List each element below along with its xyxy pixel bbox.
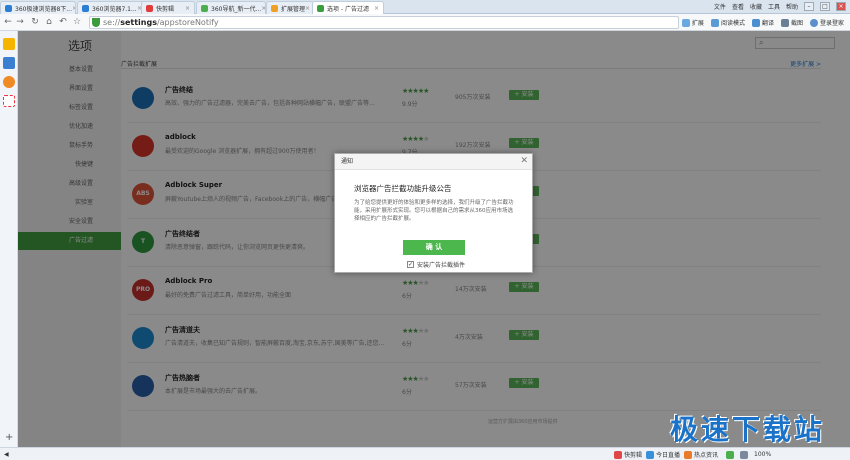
screenshot-label: 截图 <box>790 19 803 27</box>
tab-favicon <box>271 4 278 12</box>
dialog-title: 浏览器广告拦截功能升级公告 <box>354 184 452 193</box>
translate-label: 翻译 <box>761 19 774 27</box>
puzzle-icon <box>681 19 690 28</box>
zoom-level: 100% <box>754 451 772 458</box>
dialog-body: 为了给您提供更好的体验和更多样的选择，我们升级了广告拦截功能，采用扩展形式实现。… <box>354 200 514 222</box>
play-icon <box>646 450 654 459</box>
download-icon[interactable] <box>726 450 736 459</box>
undo-icon[interactable]: ↶ <box>58 17 68 27</box>
tab-3[interactable]: 360导航_新一代... × <box>196 1 266 14</box>
extensions-button[interactable]: 扩展 <box>681 18 704 28</box>
watermark: 极速下载站 <box>670 413 826 446</box>
extensions-label: 扩展 <box>691 19 704 27</box>
tab-label: 360极速浏览器8下... <box>15 5 72 13</box>
tab-favicon <box>5 4 12 12</box>
status-bar: ◀ 快剪辑 今日直播 热点资讯 100% <box>0 447 850 460</box>
reader-label: 阅读模式 <box>720 19 745 27</box>
download-glyph <box>726 450 734 459</box>
tab-close-icon[interactable]: × <box>185 5 190 12</box>
scissors-icon <box>780 19 789 28</box>
add-icon[interactable]: + <box>5 432 13 443</box>
minimize-button[interactable]: – <box>804 2 814 11</box>
confirm-button[interactable]: 确 认 <box>403 240 465 255</box>
zoom-dropdown[interactable]: 100% <box>754 450 771 459</box>
tab-label: 360浏览器7.1... <box>92 5 137 13</box>
window-menu: 文件 查看 收藏 工具 帮助 – □ × <box>714 1 846 12</box>
checkbox-label: 安装广告拦截插件 <box>417 262 466 269</box>
url-scheme: se:// <box>103 18 121 27</box>
side-toolbar: + <box>0 31 18 447</box>
menu-bookmarks[interactable]: 收藏 <box>750 2 762 11</box>
url-host: settings <box>120 18 157 27</box>
user-icon <box>809 19 818 28</box>
sound-icon[interactable] <box>740 450 750 459</box>
tab-close-icon[interactable]: × <box>374 5 379 12</box>
tab-label: 选项 - 广告过滤 <box>327 5 369 13</box>
tab-1[interactable]: 360浏览器7.1... × <box>77 1 147 14</box>
install-checkbox[interactable]: ✓ 安装广告拦截插件 <box>407 260 465 269</box>
address-toolbar: ← → ↻ ⌂ ↶ ☆ se://settings/appstoreNotify… <box>0 14 850 31</box>
menu-file[interactable]: 文件 <box>714 2 726 11</box>
maximize-button[interactable]: □ <box>820 2 830 11</box>
speaker-glyph <box>740 450 748 459</box>
tab-favicon <box>201 4 208 12</box>
notes-icon[interactable] <box>3 57 15 69</box>
tab-close-icon[interactable]: × <box>305 5 310 12</box>
address-field[interactable]: se://settings/appstoreNotify <box>89 16 679 29</box>
tab-0[interactable]: 360极速浏览器8下...× <box>0 1 76 14</box>
star-icon[interactable]: ☆ <box>72 17 82 27</box>
url-path: /appstoreNotify <box>156 18 219 27</box>
tab-strip: 360极速浏览器8下...×360浏览器7.1...×快剪辑×360导航_新一代… <box>0 0 850 14</box>
close-icon[interactable]: ✕ <box>520 156 528 167</box>
tab-5[interactable]: 选项 - 广告过滤 × <box>312 1 384 14</box>
news-link[interactable]: 热点资讯 <box>684 450 718 459</box>
screenshot-button[interactable]: 截图 <box>780 18 803 28</box>
clip-icon <box>614 450 622 459</box>
checkmark-icon: ✓ <box>407 261 414 268</box>
tab-favicon <box>146 4 153 12</box>
reader-button[interactable]: 阅读模式 <box>710 18 745 28</box>
menu-view[interactable]: 查看 <box>732 2 744 11</box>
login-button[interactable]: 登录登家 <box>809 18 844 28</box>
live-label: 今日直播 <box>656 452 681 459</box>
tab-2[interactable]: 快剪辑 × <box>141 1 195 14</box>
fire-icon <box>684 450 692 459</box>
tab-label: 扩展管理 <box>281 5 306 13</box>
tab-favicon <box>82 4 89 12</box>
tab-4[interactable]: 扩展管理 × <box>266 1 314 14</box>
home-icon[interactable]: ⌂ <box>44 17 54 27</box>
translate-button[interactable]: 翻译 <box>751 18 774 28</box>
menu-icon[interactable]: ◀ <box>4 450 9 459</box>
news-label: 热点资讯 <box>694 452 719 459</box>
toolbar-buttons: 扩展 阅读模式 翻译 截图 登录登家 <box>681 17 844 28</box>
shield-icon <box>92 18 100 27</box>
weibo-icon[interactable] <box>3 76 15 88</box>
video-label: 快剪辑 <box>624 452 643 459</box>
tab-label: 快剪辑 <box>156 5 175 13</box>
screenshot-tool-icon[interactable] <box>3 95 15 107</box>
book-icon <box>710 19 719 28</box>
menu-help[interactable]: 帮助 <box>786 2 798 11</box>
forward-icon[interactable]: → <box>15 17 25 27</box>
dialog-header: 通知 <box>335 154 532 170</box>
tab-favicon <box>317 4 324 12</box>
notice-dialog: 通知 ✕ 浏览器广告拦截功能升级公告 为了给您提供更好的体验和更多样的选择，我们… <box>334 153 533 273</box>
tab-label: 360导航_新一代... <box>211 5 262 13</box>
live-link[interactable]: 今日直播 <box>646 450 680 459</box>
close-window-button[interactable]: × <box>836 2 846 11</box>
translate-icon <box>751 19 760 28</box>
tab-close-icon[interactable]: × <box>72 5 75 12</box>
favorites-icon[interactable] <box>3 38 15 50</box>
login-label: 登录登家 <box>819 19 844 27</box>
back-icon[interactable]: ← <box>3 17 13 27</box>
video-editor-link[interactable]: 快剪辑 <box>614 450 642 459</box>
menu-tools[interactable]: 工具 <box>768 2 780 11</box>
refresh-icon[interactable]: ↻ <box>30 17 40 27</box>
